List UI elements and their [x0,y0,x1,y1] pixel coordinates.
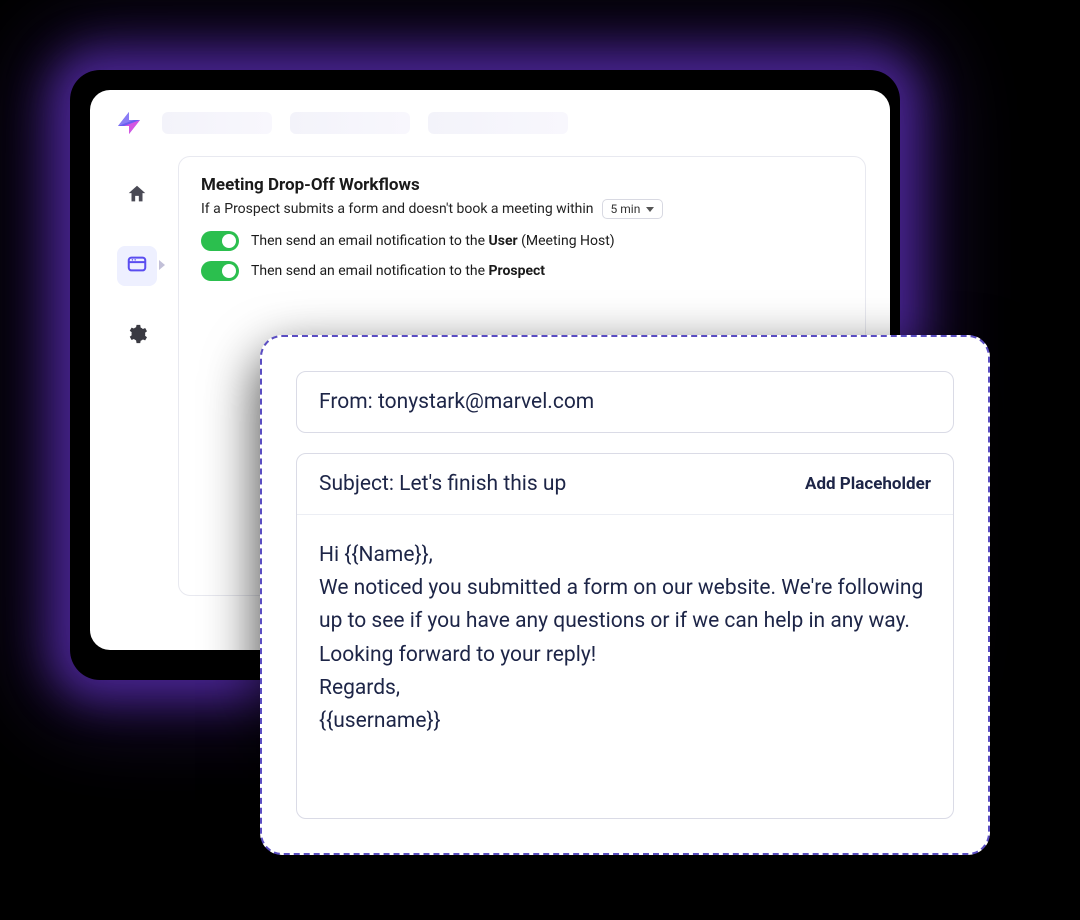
add-placeholder-button[interactable]: Add Placeholder [805,474,931,494]
nav-placeholder [428,112,568,134]
toggle-user[interactable] [201,231,239,251]
subject-value: Let's finish this up [399,472,566,496]
subject-header: Subject: Let's finish this up Add Placeh… [297,454,953,515]
chevron-down-icon [646,207,654,212]
top-bar [90,90,890,156]
rule-prospect-notification: Then send an email notification to the P… [201,261,843,281]
nav-placeholder [162,112,272,134]
from-field[interactable]: From: tonystark@marvel.com [296,371,954,433]
toggle-prospect[interactable] [201,261,239,281]
from-label: From: [319,390,378,414]
sidebar-settings[interactable] [117,316,157,356]
email-editor: From: tonystark@marvel.com Subject: Let'… [260,335,990,855]
subject-field[interactable]: Subject: Let's finish this up [319,472,566,496]
nav-placeholder [290,112,410,134]
sidebar [114,156,160,596]
home-icon [126,183,148,209]
app-logo-icon [114,108,144,138]
rule-text: Then send an email notification to the P… [251,263,545,279]
window-icon [126,253,148,279]
subject-label: Subject: [319,472,399,496]
from-value: tonystark@marvel.com [378,390,594,414]
panel-subtitle: If a Prospect submits a form and doesn't… [201,199,843,219]
sidebar-home[interactable] [117,176,157,216]
subtitle-text: If a Prospect submits a form and doesn't… [201,201,594,217]
rule-user-notification: Then send an email notification to the U… [201,231,843,251]
rule-text: Then send an email notification to the U… [251,233,615,249]
panel-title: Meeting Drop-Off Workflows [201,175,843,195]
dropdown-value: 5 min [611,202,641,216]
subject-and-body: Subject: Let's finish this up Add Placeh… [296,453,954,819]
gear-icon [126,323,148,349]
time-dropdown[interactable]: 5 min [602,199,664,219]
sidebar-workflows[interactable] [117,246,157,286]
email-body[interactable]: Hi {{Name}}, We noticed you submitted a … [297,515,953,818]
